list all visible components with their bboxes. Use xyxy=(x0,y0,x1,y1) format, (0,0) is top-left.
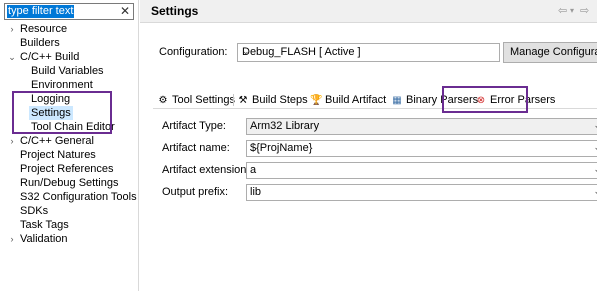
settings-page: Settings ⇦ ▾ ⇨ Configuration: Debug_FLAS… xyxy=(140,0,597,291)
tree-item[interactable]: › Resource xyxy=(0,22,139,36)
tree-item-label: Run/Debug Settings xyxy=(20,177,119,189)
property-tree-pane: type filter text ✕ › Resource Builders ⌄ C/C… xyxy=(0,0,139,291)
tree-item[interactable]: Builders xyxy=(0,36,139,50)
tree-item[interactable]: S32 Configuration Tools xyxy=(0,190,139,204)
chevron-down-icon[interactable]: ⌄ xyxy=(593,164,597,175)
chevron-down-icon[interactable]: ⌄ xyxy=(593,142,597,153)
tree-item[interactable]: › Validation xyxy=(0,232,139,246)
tree-item-label: Build Variables xyxy=(31,65,104,77)
tool-settings-icon: ⚙ xyxy=(158,95,168,106)
manage-configurations-button[interactable]: Manage Configurations... xyxy=(503,42,597,63)
chevron-right-icon[interactable]: › xyxy=(8,232,16,246)
tree-item[interactable]: Project References xyxy=(0,162,139,176)
tree-item-label: Resource xyxy=(20,23,68,35)
configuration-row: Configuration: Debug_FLASH [ Active ] ⌄ … xyxy=(153,42,597,64)
tree-item-label: Builders xyxy=(20,37,60,49)
tab-separator xyxy=(233,94,234,106)
chevron-right-icon[interactable]: › xyxy=(8,22,16,36)
binary-parsers-icon: ▦ xyxy=(392,95,402,106)
tab-label: Tool Settings xyxy=(172,94,235,106)
back-menu-icon[interactable]: ▾ xyxy=(570,6,574,15)
tree-item[interactable]: Task Tags xyxy=(0,218,139,232)
page-title: Settings xyxy=(151,4,199,18)
back-icon[interactable]: ⇦ xyxy=(558,4,567,17)
page-header: Settings ⇦ ▾ ⇨ xyxy=(140,0,597,23)
artifact-name-row: Artifact name: ${ProjName} ⌄ xyxy=(153,140,597,157)
tab-label: Build Artifact xyxy=(325,94,387,106)
artifact-name-combo[interactable]: ${ProjName} ⌄ xyxy=(246,140,597,157)
annotation-highlight-box xyxy=(12,91,112,134)
chevron-down-icon: ⌄ xyxy=(242,46,250,56)
tree-item-label: C/C++ Build xyxy=(20,51,80,63)
trophy-icon: 🏆 xyxy=(310,95,323,106)
configuration-select[interactable]: Debug_FLASH [ Active ] ⌄ xyxy=(237,43,500,62)
artifact-extension-row: Artifact extension: a ⌄ xyxy=(153,162,597,179)
tree-item-label: Task Tags xyxy=(20,219,69,231)
artifact-type-select[interactable]: Arm32 Library ⌄ xyxy=(246,118,597,135)
artifact-extension-value[interactable]: a xyxy=(250,164,256,176)
tree-item[interactable]: Run/Debug Settings xyxy=(0,176,139,190)
artifact-name-value[interactable]: ${ProjName} xyxy=(250,142,312,154)
artifact-extension-label: Artifact extension: xyxy=(162,164,250,176)
build-steps-icon: ⚒ xyxy=(238,95,248,106)
forward-icon[interactable]: ⇨ xyxy=(580,4,589,17)
tab-label: Build Steps xyxy=(252,94,308,106)
settings-tabs: ⚙ Tool Settings ⚒ Build Steps 🏆 Build Artif… xyxy=(153,90,597,109)
filter-input[interactable]: type filter text ✕ xyxy=(4,3,134,20)
tree-item[interactable]: › C/C++ General xyxy=(0,134,139,148)
artifact-type-row: Artifact Type: Arm32 Library ⌄ xyxy=(153,118,597,135)
tree-item-label: Validation xyxy=(20,233,68,245)
output-prefix-label: Output prefix: xyxy=(162,186,229,198)
tree-item-label: C/C++ General xyxy=(20,135,94,147)
output-prefix-combo[interactable]: lib ⌄ xyxy=(246,184,597,201)
filter-text[interactable]: type filter text xyxy=(7,5,75,18)
tree-item[interactable]: Build Variables xyxy=(0,64,139,78)
annotation-highlight-box xyxy=(442,86,528,113)
tree-item-label: Project References xyxy=(20,163,114,175)
output-prefix-value[interactable]: lib xyxy=(250,186,261,198)
chevron-down-icon[interactable]: ⌄ xyxy=(593,186,597,197)
tree-item-label: Environment xyxy=(31,79,93,91)
property-tree: › Resource Builders ⌄ C/C++ Build Build Varia… xyxy=(0,22,139,246)
artifact-type-label: Artifact Type: xyxy=(162,120,226,132)
configuration-label: Configuration: xyxy=(159,46,228,58)
tree-item[interactable]: SDKs xyxy=(0,204,139,218)
tree-item[interactable]: Environment xyxy=(0,78,139,92)
artifact-type-value: Arm32 Library xyxy=(250,120,320,132)
tab-tool-settings[interactable]: ⚙ Tool Settings xyxy=(157,92,235,108)
chevron-right-icon[interactable]: › xyxy=(8,134,16,148)
tree-item[interactable]: Project Natures xyxy=(0,148,139,162)
artifact-extension-combo[interactable]: a ⌄ xyxy=(246,162,597,179)
artifact-name-label: Artifact name: xyxy=(162,142,230,154)
clear-filter-icon[interactable]: ✕ xyxy=(120,4,130,19)
tree-item-label: S32 Configuration Tools xyxy=(20,191,137,203)
tab-build-steps[interactable]: ⚒ Build Steps xyxy=(237,92,308,108)
tree-item[interactable]: ⌄ C/C++ Build xyxy=(0,50,139,64)
chevron-down-icon: ⌄ xyxy=(593,120,597,131)
chevron-down-icon[interactable]: ⌄ xyxy=(8,50,16,64)
tab-build-artifact[interactable]: 🏆 Build Artifact xyxy=(310,92,387,108)
output-prefix-row: Output prefix: lib ⌄ xyxy=(153,184,597,201)
tree-item-label: SDKs xyxy=(20,205,49,217)
tree-item-label: Project Natures xyxy=(20,149,96,161)
